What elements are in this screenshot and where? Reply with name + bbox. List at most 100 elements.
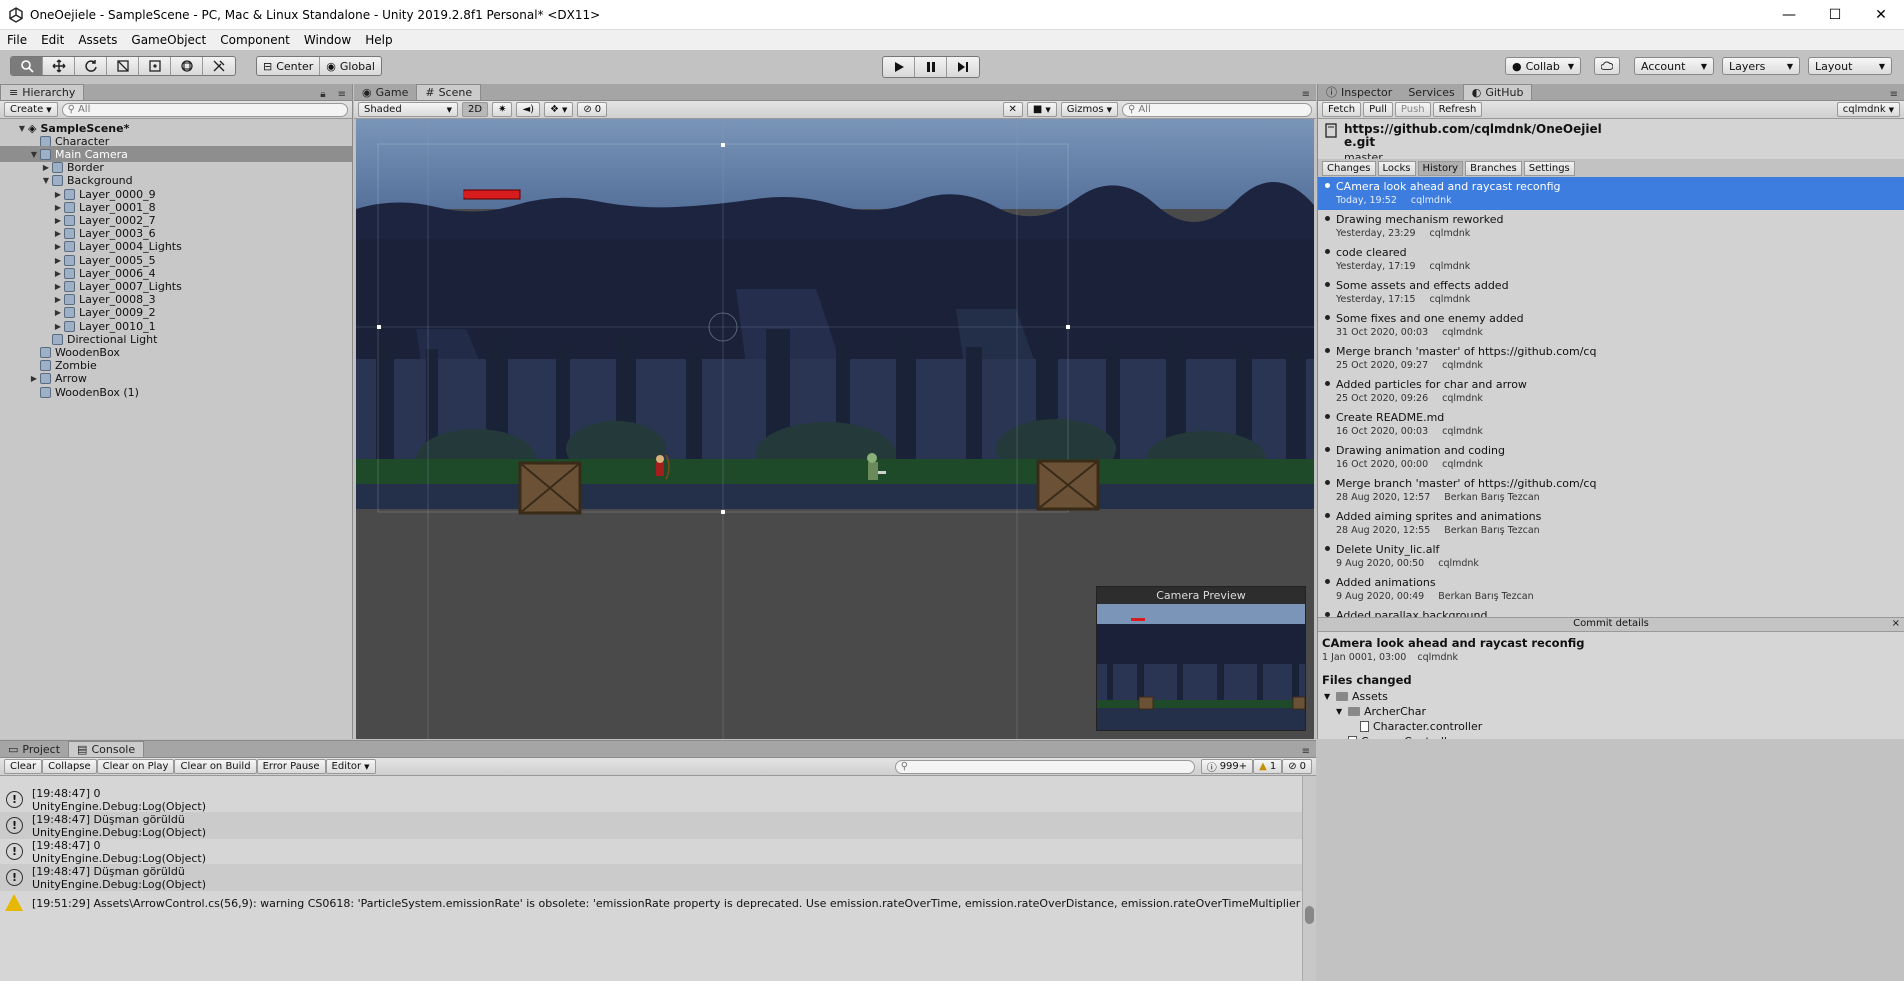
close-button[interactable]: ✕	[1858, 0, 1904, 30]
info-filter-toggle[interactable]: ⓘ 999+	[1200, 759, 1254, 774]
layout-dropdown[interactable]: Layout ▼	[1808, 57, 1892, 75]
console-log-entry[interactable]: [19:51:29] Assets\ArrowControl.cs(56,9):…	[0, 890, 1302, 917]
minimize-button[interactable]: —	[1766, 0, 1812, 30]
step-button[interactable]	[947, 57, 979, 77]
rotate-tool-icon[interactable]	[75, 57, 107, 75]
menu-assets[interactable]: Assets	[71, 33, 124, 47]
collapse-arrow-icon[interactable]: ▶	[52, 308, 64, 317]
hierarchy-item[interactable]: WoodenBox (1)	[0, 384, 352, 400]
commit-row[interactable]: Added animations 9 Aug 2020, 00:49 Berkan …	[1318, 573, 1904, 606]
collapse-arrow-icon[interactable]: ▶	[52, 242, 64, 251]
commit-row[interactable]: Create README.md 16 Oct 2020, 00:03 cqlmdn…	[1318, 408, 1904, 441]
scene-search-input[interactable]: ⚲ All	[1122, 102, 1312, 117]
tab-hierarchy[interactable]: ≡ Hierarchy	[0, 84, 85, 100]
tab-settings[interactable]: Settings	[1523, 161, 1575, 176]
expand-arrow-icon[interactable]: ▼	[16, 124, 28, 133]
push-button[interactable]: Push	[1394, 102, 1431, 117]
warning-filter-toggle[interactable]: ▲ 1	[1253, 759, 1283, 774]
collapse-arrow-icon[interactable]: ▶	[40, 163, 52, 172]
user-dropdown[interactable]: cqlmdnk ▼	[1836, 102, 1900, 117]
expand-arrow-icon[interactable]: ▼	[1336, 707, 1348, 716]
close-icon[interactable]: ×	[1892, 618, 1900, 629]
expand-arrow-icon[interactable]: ▼	[28, 150, 40, 159]
hand-tool-icon[interactable]	[11, 57, 43, 75]
hidden-objects-toggle[interactable]: ⊘ 0	[577, 102, 608, 117]
menu-component[interactable]: Component	[213, 33, 297, 47]
commit-row[interactable]: Drawing animation and coding 16 Oct 2020,…	[1318, 441, 1904, 474]
custom-tool-icon[interactable]	[203, 57, 235, 75]
panel-menu-icon[interactable]: ≡	[332, 89, 352, 100]
commit-row[interactable]: Some fixes and one enemy added 31 Oct 202…	[1318, 309, 1904, 342]
changed-file-row[interactable]: ▼ Assets	[1318, 689, 1904, 704]
collapse-arrow-icon[interactable]: ▶	[52, 256, 64, 265]
collab-dropdown[interactable]: ● Collab ▼	[1505, 57, 1581, 75]
maximize-button[interactable]: ☐	[1812, 0, 1858, 30]
changed-file-row[interactable]: ▼ ArcherChar	[1318, 704, 1904, 719]
transform-tool-icon[interactable]	[171, 57, 203, 75]
menu-window[interactable]: Window	[297, 33, 358, 47]
collapse-arrow-icon[interactable]: ▶	[52, 269, 64, 278]
console-editor-dropdown[interactable]: Editor ▼	[325, 759, 376, 774]
console-search-input[interactable]: ⚲	[894, 759, 1195, 774]
collapse-arrow-icon[interactable]: ▶	[52, 295, 64, 304]
tab-scene[interactable]: # Scene	[416, 84, 482, 100]
pivot-center-toggle[interactable]: ⊟ Center	[257, 57, 321, 75]
fetch-button[interactable]: Fetch	[1322, 102, 1362, 117]
commit-row[interactable]: Merge branch 'master' of https://github.…	[1318, 342, 1904, 375]
commit-row[interactable]: Delete Unity_lic.alf 9 Aug 2020, 00:50 cql…	[1318, 540, 1904, 573]
scale-tool-icon[interactable]	[107, 57, 139, 75]
changed-file-row[interactable]: CameraController.cs	[1318, 734, 1904, 739]
console-scrollbar[interactable]	[1302, 776, 1316, 981]
tab-history[interactable]: History	[1417, 161, 1464, 176]
console-log-entry[interactable]: ! [19:48:47] 0 UnityEngine.Debug:Log(Objec…	[0, 786, 1302, 813]
tab-project[interactable]: ▭ Project	[0, 741, 68, 757]
commit-row[interactable]: Added aiming sprites and animations 28 Au…	[1318, 507, 1904, 540]
tab-console[interactable]: ▤ Console	[68, 741, 145, 757]
expand-arrow-icon[interactable]: ▼	[40, 176, 52, 185]
console-collapse-toggle[interactable]: Collapse	[42, 759, 97, 774]
lighting-toggle[interactable]: ✷	[492, 102, 513, 117]
expand-arrow-icon[interactable]: ▼	[1324, 692, 1336, 701]
tab-game[interactable]: ◉ Game	[354, 84, 416, 100]
scene-canvas[interactable]: Camera Preview	[356, 119, 1314, 739]
layers-dropdown[interactable]: Layers ▼	[1722, 57, 1800, 75]
menu-edit[interactable]: Edit	[34, 33, 71, 47]
collapse-arrow-icon[interactable]: ▶	[52, 203, 64, 212]
tab-branches[interactable]: Branches	[1465, 161, 1522, 176]
collapse-arrow-icon[interactable]: ▶	[52, 229, 64, 238]
menu-file[interactable]: File	[0, 33, 34, 47]
tab-github[interactable]: ◐ GitHub	[1462, 84, 1533, 100]
console-log-entry[interactable]: ! [19:48:47] Düşman görüldü UnityEngine.De…	[0, 812, 1302, 839]
pause-button[interactable]	[915, 57, 947, 77]
tools-toggle[interactable]: ✕	[1002, 102, 1023, 117]
panel-menu-icon[interactable]: ≡	[1296, 746, 1316, 757]
collapse-arrow-icon[interactable]: ▶	[52, 216, 64, 225]
pull-button[interactable]: Pull	[1363, 102, 1393, 117]
collapse-arrow-icon[interactable]: ▶	[52, 322, 64, 331]
collapse-arrow-icon[interactable]: ▶	[52, 190, 64, 199]
error-filter-toggle[interactable]: ⊘ 0	[1282, 759, 1312, 774]
2d-toggle[interactable]: 2D	[462, 102, 489, 117]
panel-menu-icon[interactable]: ≡	[1296, 89, 1316, 100]
console-clear-on-play-toggle[interactable]: Clear on Play	[96, 759, 175, 774]
hierarchy-search-input[interactable]: ⚲ All	[61, 102, 348, 117]
console-clear-button[interactable]: Clear	[4, 759, 43, 774]
console-clear-on-build-toggle[interactable]: Clear on Build	[174, 759, 257, 774]
tab-inspector[interactable]: ⓘ Inspector	[1318, 84, 1400, 100]
tab-changes[interactable]: Changes	[1322, 161, 1376, 176]
commit-row[interactable]: Drawing mechanism reworked Yesterday, 23:…	[1318, 210, 1904, 243]
commit-row[interactable]: CAmera look ahead and raycast reconfig To…	[1318, 177, 1904, 210]
lock-icon[interactable]: 🔒︎	[314, 89, 331, 100]
shading-mode-dropdown[interactable]: Shaded ▼	[358, 102, 458, 117]
commit-row[interactable]: Merge branch 'master' of https://github.…	[1318, 474, 1904, 507]
console-log-entry[interactable]: ! [19:48:47] 0 UnityEngine.Debug:Log(Objec…	[0, 838, 1302, 865]
collapse-arrow-icon[interactable]: ▶	[28, 374, 40, 383]
scrollbar-thumb[interactable]	[1305, 906, 1314, 924]
menu-help[interactable]: Help	[358, 33, 399, 47]
commit-row[interactable]: Added parallax background	[1318, 606, 1904, 617]
commit-row[interactable]: Added particles for char and arrow 25 Oct…	[1318, 375, 1904, 408]
refresh-button[interactable]: Refresh	[1432, 102, 1483, 117]
pivot-global-toggle[interactable]: ◉ Global	[320, 57, 381, 75]
collapse-arrow-icon[interactable]: ▶	[52, 282, 64, 291]
changed-file-row[interactable]: Character.controller	[1318, 719, 1904, 734]
